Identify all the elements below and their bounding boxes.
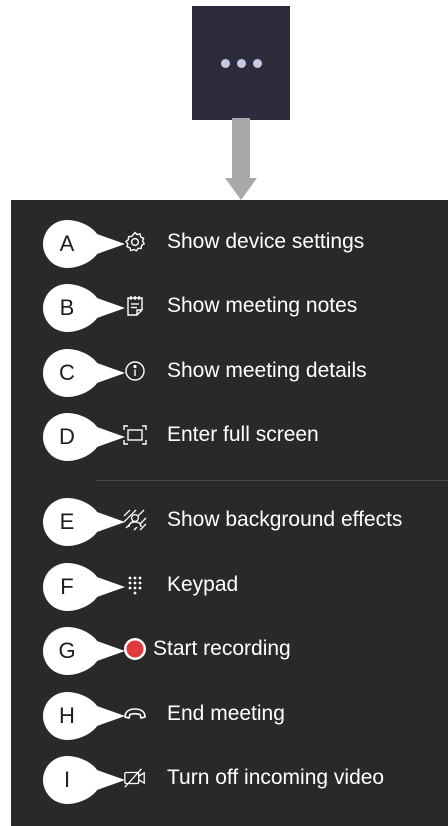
- menu-item-label: Show device settings: [167, 230, 365, 253]
- menu-item-show-meeting-details[interactable]: C Show meeting details: [11, 341, 448, 401]
- menu-item-keypad[interactable]: F Keypad: [11, 555, 448, 615]
- callout-letter: F: [60, 574, 74, 599]
- more-options-icon: [236, 58, 246, 68]
- menu-item-start-recording[interactable]: G Start recording: [11, 619, 448, 679]
- more-options-icon: [220, 58, 230, 68]
- menu-item-label: Show meeting notes: [167, 294, 358, 317]
- pointer-arrow: [232, 118, 250, 180]
- notes-icon: [123, 294, 147, 318]
- menu-item-label: Show background effects: [167, 508, 403, 531]
- callout-badge: E: [39, 498, 125, 546]
- more-options-button[interactable]: [192, 6, 290, 120]
- callout-letter: C: [59, 360, 75, 385]
- record-icon: [123, 637, 147, 661]
- more-options-icon: [252, 58, 262, 68]
- menu-item-show-meeting-notes[interactable]: B Show meeting notes: [11, 276, 448, 336]
- menu-item-enter-full-screen[interactable]: D Enter full screen: [11, 405, 448, 465]
- callout-letter: H: [59, 703, 75, 728]
- gear-icon: [123, 230, 147, 254]
- more-options-menu: A Show device settings B Show meeting no…: [11, 200, 448, 826]
- menu-item-label: Show meeting details: [167, 359, 367, 382]
- info-icon: [123, 359, 147, 383]
- menu-item-label: Start recording: [153, 637, 291, 660]
- background-effects-icon: [123, 508, 147, 532]
- menu-item-end-meeting[interactable]: H End meeting: [11, 684, 448, 744]
- menu-item-label: Keypad: [167, 573, 239, 596]
- callout-letter: B: [59, 295, 75, 320]
- callout-badge: D: [39, 413, 125, 461]
- menu-item-label: Enter full screen: [167, 423, 319, 446]
- callout-badge: B: [39, 284, 125, 332]
- callout-badge: C: [39, 349, 125, 397]
- menu-item-show-device-settings[interactable]: A Show device settings: [11, 212, 448, 272]
- callout-letter: I: [63, 767, 71, 792]
- menu-item-label: End meeting: [167, 702, 285, 725]
- video-off-icon: [123, 766, 147, 790]
- callout-badge: F: [39, 563, 125, 611]
- menu-divider: [95, 480, 448, 481]
- callout-badge: G: [39, 627, 125, 675]
- callout-letter: G: [58, 638, 76, 663]
- callout-badge: H: [39, 692, 125, 740]
- pointer-arrow-head: [225, 178, 257, 200]
- callout-letter: E: [59, 509, 75, 534]
- keypad-icon: [123, 573, 147, 597]
- menu-item-show-background-effects[interactable]: E Show background effects: [11, 490, 448, 550]
- hang-up-icon: [123, 702, 147, 726]
- menu-item-label: Turn off incoming video: [167, 766, 385, 789]
- callout-letter: D: [59, 424, 75, 449]
- callout-badge: I: [39, 756, 125, 804]
- fullscreen-icon: [123, 423, 147, 447]
- callout-badge: A: [39, 220, 125, 268]
- menu-item-turn-off-incoming-video[interactable]: I Turn off incoming video: [11, 748, 448, 808]
- callout-letter: A: [59, 231, 75, 256]
